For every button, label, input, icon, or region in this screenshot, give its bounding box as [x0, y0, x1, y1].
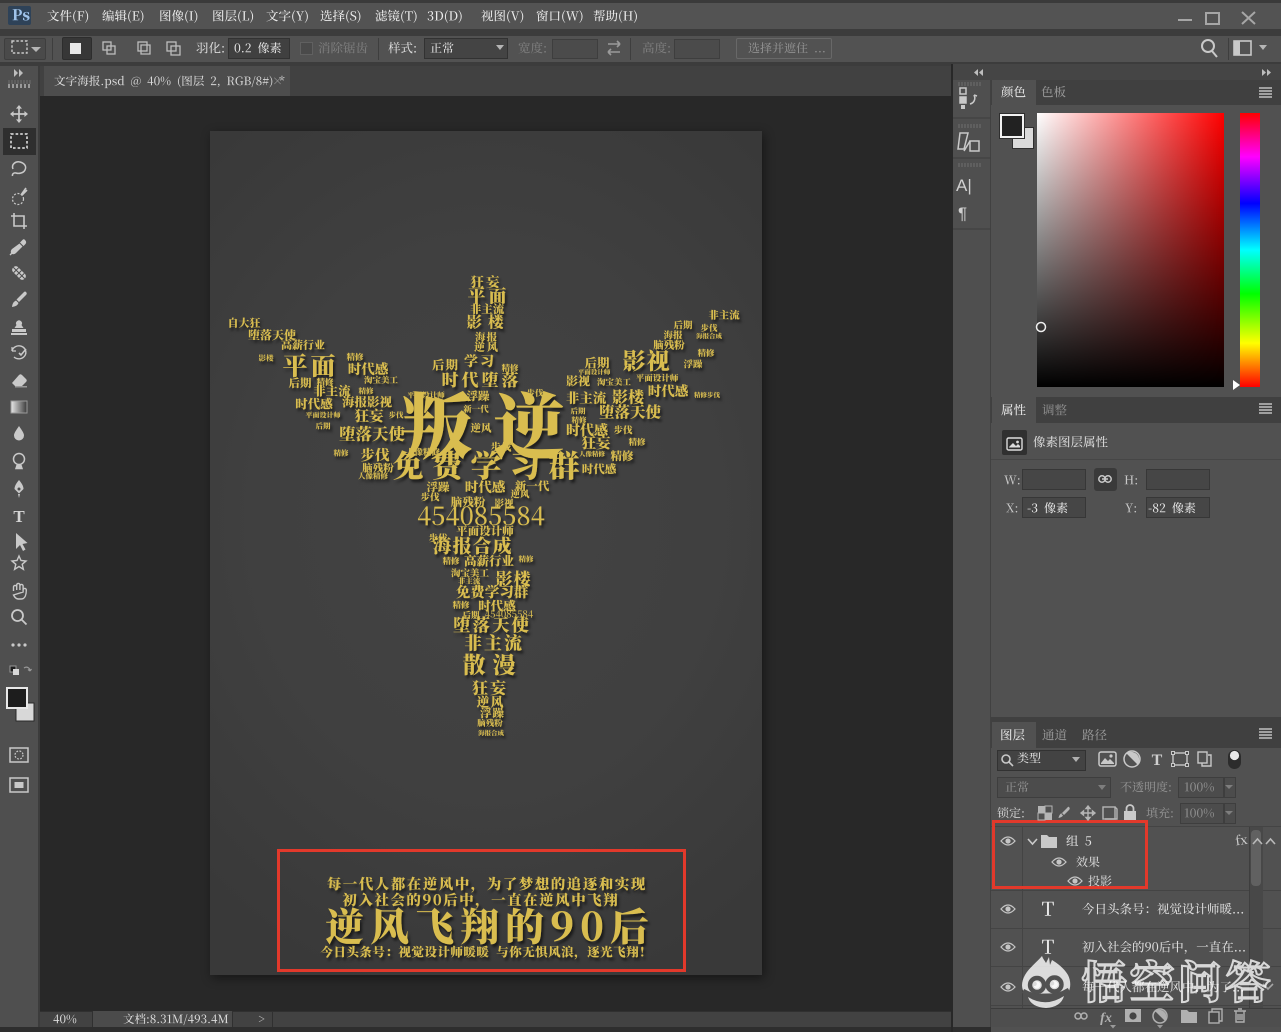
- svg-text:fx: fx: [1100, 1011, 1112, 1026]
- svg-text:T: T: [1152, 752, 1163, 769]
- svg-text:¶: ¶: [958, 204, 967, 223]
- svg-text:A|: A|: [956, 176, 972, 195]
- svg-text:T: T: [13, 507, 25, 526]
